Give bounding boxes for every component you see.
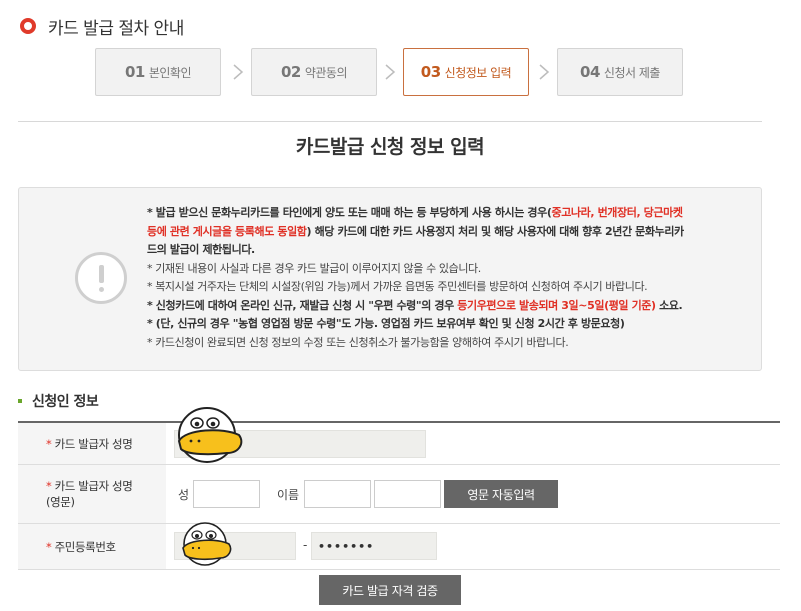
applicant-section-title-text: 신청인 정보	[32, 394, 99, 410]
step-2: 02 약관동의	[251, 48, 377, 96]
step-3-active: 03 신청정보 입력	[403, 48, 529, 96]
notice-line-1a: * 발급 받으신 문화누리카드를 타인에게 양도 또는 매매 하는 등 부당하게…	[147, 206, 552, 219]
square-bullet-icon	[18, 399, 22, 403]
notice-line-6b: 등기우편으로 발송되며 3일~5일(평일 기준)	[457, 298, 656, 312]
step-2-label: 약관동의	[304, 65, 348, 80]
rrn-label-text: 주민등록번호	[54, 539, 116, 554]
english-name-label-text: 카드 발급자 성명	[54, 479, 133, 493]
step-1-label: 본인확인	[148, 65, 192, 80]
notice-line-6c: 소요.	[655, 298, 683, 312]
chevron-right-icon	[231, 64, 245, 80]
english-surname-input[interactable]	[193, 480, 260, 508]
divider	[18, 121, 762, 122]
rrn-back-input[interactable]	[311, 532, 437, 560]
english-name-label-sub: (영문)	[46, 495, 75, 509]
step-4-number: 04	[580, 63, 600, 81]
given-name-label: 이름	[277, 488, 300, 502]
notice-line-8: * 카드신청이 완료되면 신청 정보의 수정 또는 신청취소가 불가능함을 양해…	[147, 335, 569, 349]
english-given-name-input-1[interactable]	[304, 480, 371, 508]
chevron-right-icon	[537, 64, 551, 80]
notice-line-1b: 중고나라, 번개장터, 당근마켓	[551, 206, 683, 219]
required-mark: *	[46, 436, 52, 451]
surname-label: 성	[178, 488, 190, 502]
rrn-separator: -	[303, 538, 308, 552]
verify-eligibility-button[interactable]: 카드 발급 자격 검증	[319, 575, 461, 605]
exclamation-circle-icon	[75, 252, 127, 304]
step-3-number: 03	[420, 63, 441, 81]
notice-line-4: * 기재된 내용이 사실과 다른 경우 카드 발급이 이루어지지 않을 수 있습…	[147, 261, 481, 275]
name-label: * 카드 발급자 성명	[18, 423, 166, 464]
english-given-name-input-2[interactable]	[374, 480, 441, 508]
procedure-heading: 카드 발급 절차 안내	[20, 14, 184, 39]
notice-line-5: * 복지시설 거주자는 단체의 시설장(위임 가능)께서 가까운 읍면동 주민센…	[147, 280, 648, 293]
form-row-rrn: * 주민등록번호 -	[18, 524, 780, 570]
notice-text: * 발급 받으신 문화누리카드를 타인에게 양도 또는 매매 하는 등 부당하게…	[147, 204, 747, 352]
notice-line-7: * (단, 신규의 경우 "농협 영업점 방문 수령"도 가능. 영업점 카드 …	[147, 317, 625, 330]
form-row-english-name: * 카드 발급자 성명 (영문) 성 이름 영문 자동입력	[18, 465, 780, 524]
chevron-right-icon	[383, 64, 397, 80]
progress-steps: 01 본인확인 02 약관동의 03 신청정보 입력 04 신청서 제출	[95, 48, 695, 96]
required-mark: *	[46, 479, 52, 493]
rrn-label: * 주민등록번호	[18, 524, 166, 569]
procedure-heading-text: 카드 발급 절차 안내	[48, 18, 184, 39]
required-mark: *	[46, 539, 52, 554]
notice-box: * 발급 받으신 문화누리카드를 타인에게 양도 또는 매매 하는 등 부당하게…	[18, 187, 762, 371]
english-name-label: * 카드 발급자 성명 (영문)	[18, 465, 166, 523]
name-label-text: 카드 발급자 성명	[54, 436, 133, 451]
step-3-label: 신청정보 입력	[444, 65, 512, 80]
english-auto-fill-button[interactable]: 영문 자동입력	[444, 480, 558, 508]
step-4: 04 신청서 제출	[557, 48, 683, 96]
form-row-name: * 카드 발급자 성명	[18, 423, 780, 465]
step-1-number: 01	[124, 63, 145, 81]
applicant-form: * 카드 발급자 성명 * 카드 발급자 성명 (영문) 성 이름 영문 자동입…	[18, 421, 780, 570]
step-2-number: 02	[280, 63, 301, 81]
duck-sticker-icon	[175, 403, 245, 469]
notice-line-2b: ) 해당 카드에 대한 카드 사용정지 처리 및 해당 사용자에 대해 향후 2…	[306, 224, 685, 238]
step-4-label: 신청서 제출	[603, 65, 661, 80]
step-1: 01 본인확인	[95, 48, 221, 96]
notice-line-6a: * 신청카드에 대하여 온라인 신규, 재발급 신청 시 "우편 수령"의 경우	[147, 298, 458, 312]
page-title: 카드발급 신청 정보 입력	[295, 136, 485, 158]
notice-line-3: 드의 발급이 제한됩니다.	[147, 243, 255, 256]
notice-line-2a: 등에 관련 게시글을 등록해도 동일함	[147, 224, 307, 238]
ring-bullet-icon	[20, 18, 36, 34]
duck-sticker-icon	[180, 520, 232, 572]
applicant-section-title: 신청인 정보	[18, 390, 99, 412]
